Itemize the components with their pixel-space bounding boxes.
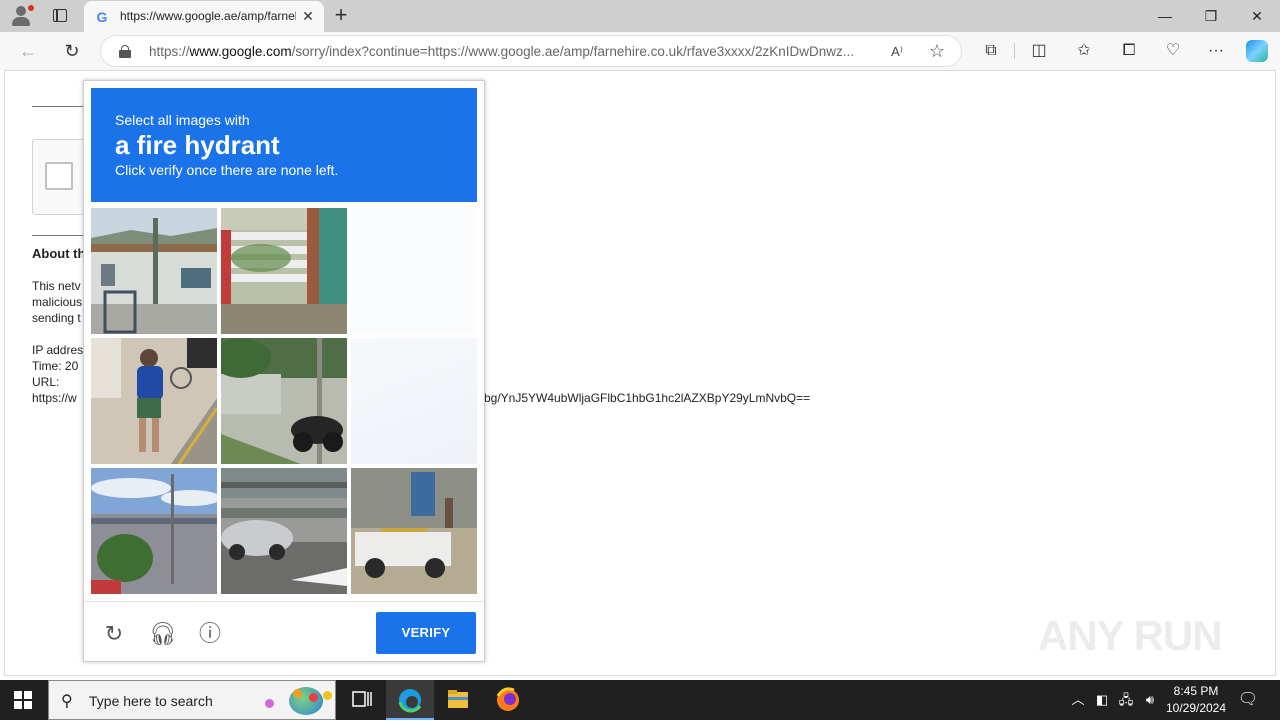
tab-strip: G https://www.google.ae/amp/farnehire.co… — [0, 0, 1280, 32]
about-heading: About th — [32, 246, 86, 261]
mid-divider — [32, 235, 84, 236]
new-tab-icon[interactable]: + — [330, 4, 352, 26]
ip-label: IP addres — [32, 343, 84, 357]
profile-icon[interactable] — [8, 4, 34, 28]
url-text[interactable]: https://www.google.com/sorry/index?conti… — [149, 44, 877, 59]
windows-start-icon[interactable] — [14, 691, 32, 709]
taskbar: ⚲ Type here to search ︿ ◧ 🖧︎ 🔊︎ 8:45 PM … — [0, 680, 1280, 720]
taskbar-search[interactable]: ⚲ Type here to search — [48, 680, 336, 720]
favorite-star-icon[interactable]: ☆ — [927, 41, 947, 61]
tab-close-icon[interactable]: ✕ — [300, 8, 316, 24]
watermark: ANY RUN — [1038, 612, 1223, 659]
show-hidden-icons-icon[interactable]: ︿ — [1068, 680, 1088, 720]
recaptcha-checkbox[interactable] — [45, 162, 73, 190]
instruction-line-1: Select all images with — [115, 112, 250, 128]
challenge-header: Select all images with a fire hydrant Cl… — [91, 88, 477, 202]
verify-button[interactable]: VERIFY — [376, 612, 476, 654]
image-tile[interactable] — [351, 468, 477, 594]
firefox-icon[interactable] — [484, 680, 532, 720]
url-label: URL: — [32, 375, 60, 389]
toolbar-separator — [1014, 43, 1015, 59]
image-tile[interactable] — [221, 468, 347, 594]
read-aloud-icon[interactable]: A⁾ — [887, 42, 907, 62]
browser-essentials-icon[interactable]: ♡ — [1161, 39, 1185, 63]
notifications-icon[interactable]: 🗨︎ — [1236, 680, 1260, 720]
address-bar[interactable]: https://www.google.com/sorry/index?conti… — [100, 35, 962, 67]
split-screen-icon[interactable]: ◫ — [1027, 39, 1051, 63]
url-value-left: https://w — [32, 391, 77, 405]
reload-challenge-icon[interactable]: ↻ — [101, 621, 127, 647]
search-highlight-flowers-icon — [265, 689, 335, 713]
instruction-line-3: Click verify once there are none left. — [115, 162, 339, 178]
image-tile[interactable] — [91, 208, 217, 334]
meet-now-icon[interactable]: ◧ — [1092, 680, 1112, 720]
recaptcha-challenge: Select all images with a fire hydrant Cl… — [83, 80, 485, 662]
minimize-icon[interactable]: — — [1142, 0, 1188, 32]
favorites-icon[interactable]: ✩ — [1072, 39, 1096, 63]
para-line-2: malicious — [32, 295, 83, 309]
image-tile[interactable] — [221, 338, 347, 464]
time-label: Time: 20 — [32, 359, 79, 373]
edge-taskbar-icon[interactable] — [386, 680, 434, 720]
more-options-icon[interactable]: ··· — [1204, 39, 1228, 63]
url-value-right: bg/YnJ5YW4ubWljaGFlbC1hbG1hc2lAZXBpY29yL… — [484, 391, 811, 405]
image-tile[interactable] — [351, 208, 477, 334]
image-tile[interactable] — [91, 468, 217, 594]
search-placeholder: Type here to search — [89, 693, 213, 709]
image-tile[interactable] — [351, 338, 477, 464]
collections-icon[interactable]: ⧠ — [1117, 39, 1141, 63]
top-divider — [32, 106, 84, 107]
challenge-footer-divider — [84, 601, 484, 602]
window-close-icon[interactable]: ✕ — [1234, 0, 1280, 32]
tab-title: https://www.google.ae/amp/farnehire.co.u… — [120, 9, 296, 23]
network-icon[interactable]: 🖧︎ — [1116, 680, 1136, 720]
task-view-icon[interactable] — [338, 680, 386, 720]
file-explorer-icon[interactable] — [434, 680, 482, 720]
para-line-1: This netv — [32, 279, 81, 293]
image-tile[interactable] — [91, 338, 217, 464]
info-icon[interactable]: ⓘ — [197, 621, 223, 647]
tab-actions-icon[interactable] — [50, 6, 70, 26]
clock-time: 8:45 PM — [1173, 684, 1219, 698]
browser-toolbar: ← ↻ https://www.google.com/sorry/index?c… — [0, 32, 1280, 70]
image-tile[interactable] — [221, 208, 347, 334]
volume-icon[interactable]: 🔊︎ — [1140, 680, 1160, 720]
restore-icon[interactable]: ❐ — [1188, 0, 1234, 32]
google-favicon-icon: G — [96, 9, 108, 25]
copilot-icon[interactable] — [1246, 40, 1268, 62]
para-line-3: sending t — [32, 311, 81, 325]
challenge-target: a fire hydrant — [115, 130, 280, 160]
lock-icon[interactable] — [119, 45, 131, 58]
clock-date: 10/29/2024 — [1165, 701, 1227, 715]
search-icon: ⚲ — [61, 693, 73, 710]
browser-tab[interactable]: G https://www.google.ae/amp/farnehire.co… — [84, 1, 324, 32]
extensions-icon[interactable]: ⧉ — [979, 39, 1003, 63]
audio-challenge-icon[interactable]: 🎧︎ — [149, 621, 177, 647]
system-clock[interactable]: 8:45 PM 10/29/2024 — [1160, 683, 1232, 717]
refresh-icon[interactable]: ↻ — [60, 39, 84, 63]
back-icon[interactable]: ← — [16, 39, 40, 63]
